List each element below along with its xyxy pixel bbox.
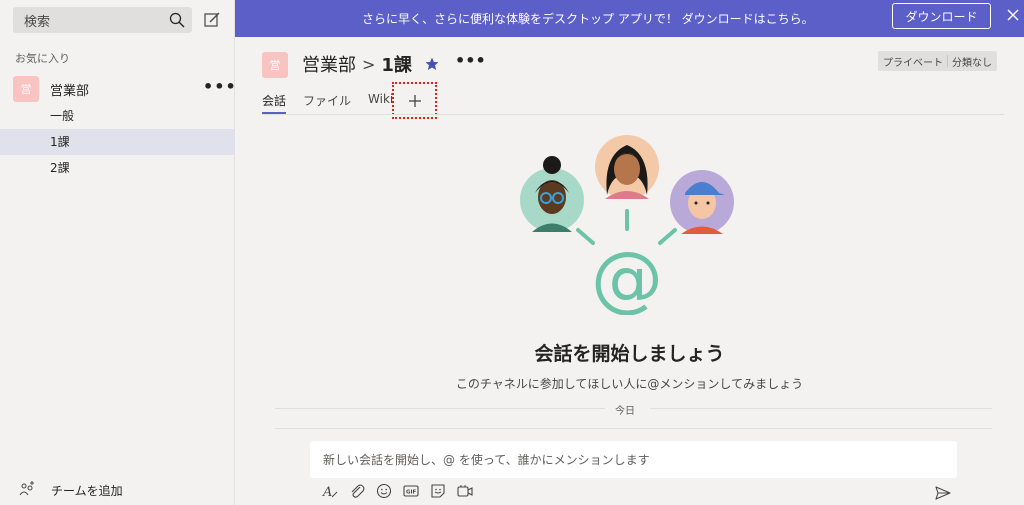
attach-icon[interactable] — [349, 483, 365, 499]
breadcrumb-separator: > — [362, 54, 376, 74]
send-icon[interactable] — [935, 485, 951, 501]
privacy-label: プライベート — [883, 57, 943, 69]
team-name: 営業部 — [50, 84, 90, 99]
empty-state-title: 会話を開始しましょう — [534, 343, 725, 365]
header-team-name: 営業部 — [302, 55, 356, 76]
header-channel-name: 1課 — [381, 55, 412, 76]
team-row[interactable]: 営 営業部 ••• — [0, 73, 237, 103]
new-conversation-input[interactable]: 新しい会話を開始し、@ を使って、誰かにメンションします — [310, 441, 957, 478]
plus-icon — [408, 94, 421, 107]
add-team-label: チームを追加 — [51, 484, 123, 498]
mention-illustration: @ — [520, 135, 734, 315]
download-button[interactable]: ダウンロード — [892, 3, 991, 29]
privacy-divider — [947, 55, 948, 67]
date-divider-label: 今日 — [615, 406, 635, 417]
team-avatar: 営 — [13, 76, 39, 102]
header-team-avatar: 営 — [262, 52, 288, 78]
channel-title: 営業部 > 1課 — [302, 51, 412, 77]
channel-more-options-icon[interactable]: ••• — [455, 51, 486, 70]
search-placeholder: 検索 — [24, 14, 51, 30]
tab-conversations[interactable]: 会話 — [262, 92, 287, 114]
sticker-icon[interactable] — [430, 483, 446, 499]
format-icon[interactable]: A — [322, 483, 338, 499]
add-team-icon — [19, 481, 34, 496]
svg-text:@: @ — [591, 236, 663, 315]
channel-item-1ka[interactable]: 1課 — [0, 129, 235, 155]
team-more-options-icon[interactable]: ••• — [203, 77, 237, 96]
date-divider-left — [275, 408, 605, 409]
compose-toolbar: A GIF — [322, 483, 473, 499]
favorite-star-icon[interactable] — [425, 57, 439, 71]
add-team-button[interactable]: チームを追加 — [0, 476, 235, 502]
empty-state-subtitle: このチャネルに参加してほしい人に@メンションしてみましょう — [455, 377, 804, 391]
channel-tabs: 会話 ファイル Wiki — [262, 82, 437, 119]
new-chat-icon[interactable] — [203, 11, 221, 29]
gif-icon[interactable]: GIF — [403, 483, 419, 499]
meet-now-icon[interactable] — [457, 483, 473, 499]
emoji-icon[interactable] — [376, 483, 392, 499]
banner-text: さらに早く、さらに便利な体験をデスクトップ アプリで！ ダウンロードはこちら。 — [362, 12, 814, 26]
channel-item-general[interactable]: 一般 — [0, 103, 235, 129]
search-icon[interactable] — [169, 12, 185, 28]
privacy-badge: プライベート 分類なし — [878, 51, 997, 71]
compose-divider — [275, 428, 992, 429]
tab-files[interactable]: ファイル — [303, 92, 351, 112]
svg-text:GIF: GIF — [406, 490, 417, 496]
channel-main: 営 営業部 > 1課 ••• プライベート 分類なし 会話 ファイル Wiki — [235, 37, 1024, 505]
search-input[interactable]: 検索 — [13, 7, 192, 33]
channel-item-2ka[interactable]: 2課 — [0, 155, 235, 181]
close-icon[interactable] — [1006, 8, 1020, 22]
date-divider-right — [650, 408, 992, 409]
tabs-divider — [262, 114, 1004, 115]
favorites-label: お気に入り — [15, 52, 70, 65]
download-banner: さらに早く、さらに便利な体験をデスクトップ アプリで！ ダウンロードはこちら。 … — [235, 0, 1024, 37]
svg-text:A: A — [322, 485, 332, 499]
sidebar: 検索 お気に入り 営 営業部 ••• 一般 1課 2課 チームを追加 — [0, 0, 237, 505]
tab-wiki[interactable]: Wiki — [368, 92, 393, 112]
classification-label: 分類なし — [952, 57, 992, 69]
